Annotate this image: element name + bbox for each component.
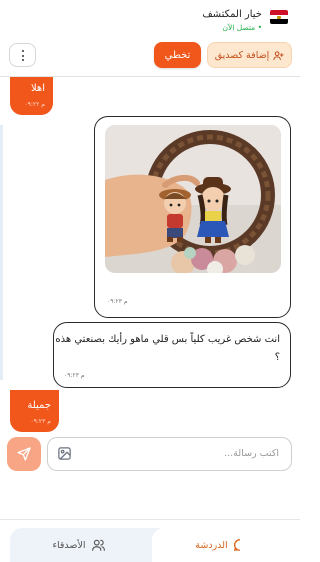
user-name: خيار المكتشف bbox=[202, 9, 262, 20]
message-time: م ٠٩:٢٢ bbox=[24, 101, 45, 108]
message-text: انت شخص غريب كلياً بس قلي ماهو رأيك بصنع… bbox=[55, 334, 280, 363]
message-time: م ٠٩:٢٣ bbox=[107, 298, 128, 305]
skip-label: تخطي bbox=[164, 49, 191, 61]
message-text: جميلة bbox=[27, 400, 51, 411]
tab-friends[interactable]: الأصدقاء bbox=[10, 528, 148, 562]
send-icon bbox=[17, 447, 31, 461]
tab-friends-label: الأصدقاء bbox=[52, 539, 86, 551]
add-user-icon bbox=[273, 50, 284, 60]
outgoing-image-message[interactable]: م ٠٩:٢٣ bbox=[94, 116, 291, 318]
nav-divider bbox=[0, 519, 300, 520]
add-friend-label: إضافة كصديق bbox=[214, 49, 270, 61]
attach-image-icon[interactable] bbox=[57, 446, 72, 461]
tab-chat[interactable]: الدردشة bbox=[152, 528, 290, 562]
outgoing-text-message[interactable]: انت شخص غريب كلياً بس قلي ماهو رأيك بصنع… bbox=[53, 322, 291, 388]
chat-header: خيار المكتشف • متصل الآن تخطي إضافة كصدي… bbox=[0, 0, 300, 76]
send-button[interactable] bbox=[7, 437, 41, 471]
message-time: م ٠٩:٢٣ bbox=[64, 372, 85, 379]
tab-chat-label: الدردشة bbox=[195, 539, 228, 551]
message-time: م ٠٩:٢٣ bbox=[30, 418, 51, 425]
egypt-flag-icon bbox=[270, 10, 288, 24]
skip-button[interactable]: تخطي bbox=[154, 42, 201, 68]
chat-messages[interactable]: اهلا م ٠٩:٢٢ م ٠٩:٢٣ انت شخص غريب كلياً … bbox=[0, 77, 300, 432]
message-text: اهلا bbox=[30, 83, 45, 94]
shared-photo[interactable] bbox=[105, 125, 281, 273]
composer: اكتب رسالة... bbox=[0, 432, 300, 520]
incoming-message[interactable]: جميلة م ٠٩:٢٣ bbox=[10, 390, 59, 432]
online-status: • متصل الآن bbox=[222, 23, 262, 32]
more-menu-button[interactable] bbox=[9, 43, 36, 67]
scroll-indicator bbox=[0, 125, 3, 380]
add-friend-button[interactable]: إضافة كصديق bbox=[207, 42, 292, 68]
bottom-nav: الدردشة الأصدقاء bbox=[10, 528, 290, 562]
message-input[interactable]: اكتب رسالة... bbox=[47, 437, 292, 471]
more-dots-icon bbox=[22, 50, 25, 53]
chat-bubble-icon bbox=[233, 539, 240, 551]
clay-dolls-photo-icon bbox=[105, 125, 281, 273]
incoming-message[interactable]: اهلا م ٠٩:٢٢ bbox=[10, 77, 53, 115]
friends-icon bbox=[91, 539, 105, 551]
message-placeholder: اكتب رسالة... bbox=[224, 448, 279, 459]
